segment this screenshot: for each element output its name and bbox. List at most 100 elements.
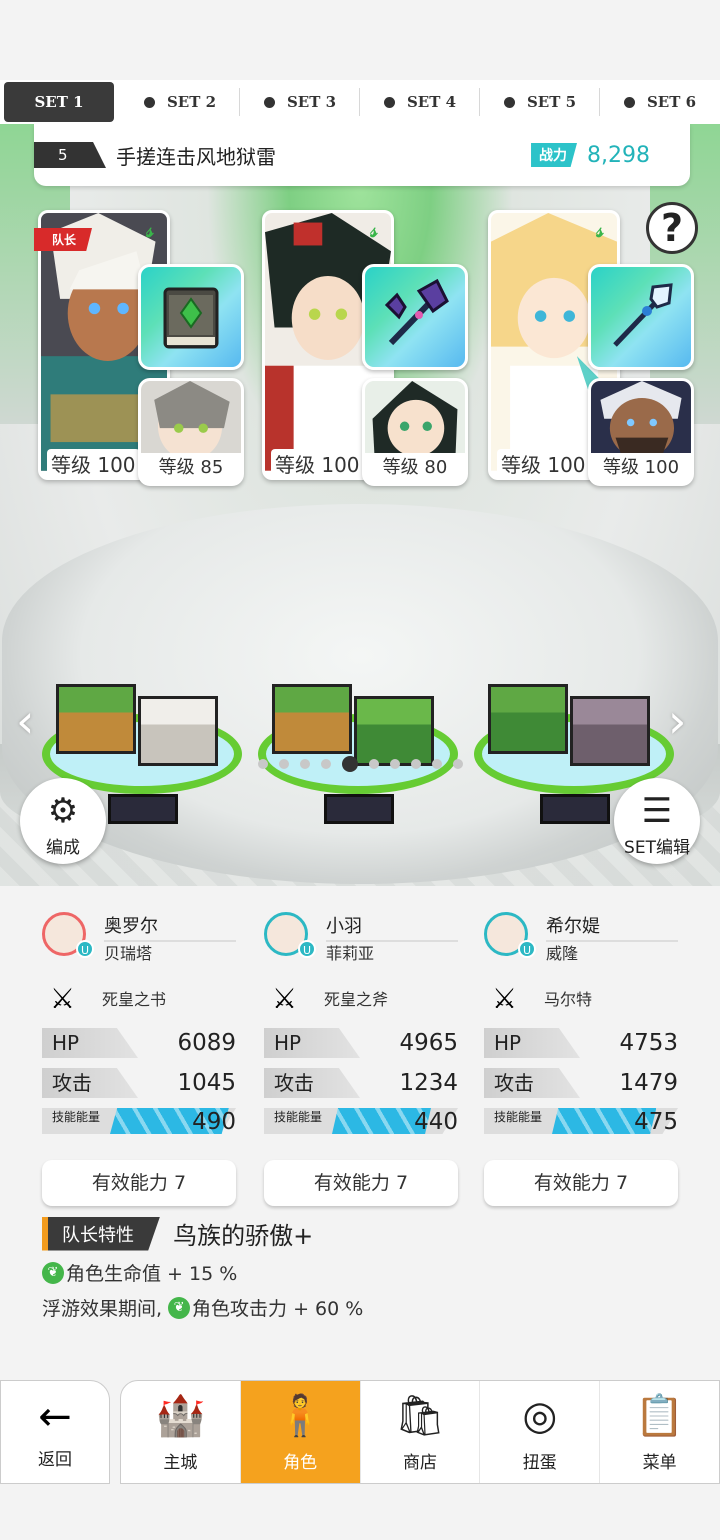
equipment-slot[interactable]: [138, 264, 244, 370]
sub-level: 等级 80: [365, 453, 465, 479]
leaf-icon: ❦: [168, 1296, 191, 1319]
energy-label: 技能能量: [52, 1110, 101, 1124]
tab-set-2[interactable]: SET 2: [120, 82, 240, 122]
unit-slot-3[interactable]: 𝓈 等级 100 等级 100: [488, 210, 700, 500]
hp-label: HP: [264, 1028, 360, 1058]
attack-value: 1479: [619, 1070, 678, 1096]
attack-label: 攻击: [42, 1068, 138, 1098]
trait-name: 鸟族的骄傲+: [173, 1222, 314, 1250]
energy-label: 技能能量: [274, 1110, 323, 1124]
nav-item-menu[interactable]: 📋 菜单: [600, 1381, 719, 1483]
character-stats-2: U 小羽 菲莉亚 ⚔ 死皇之斧 HP 4965 攻击 1234 技能能量 440…: [264, 912, 458, 1206]
unit-slot-2[interactable]: 𝓈 等级 100 等级 80: [262, 210, 474, 500]
character-stats-1: U 奥罗尔 贝瑞塔 ⚔ 死皇之书 HP 6089 攻击 1045 技能能量 49…: [42, 912, 236, 1206]
team-name: 手搓连击风地狱雷: [116, 144, 276, 169]
tab-set-6[interactable]: SET 6: [600, 82, 720, 122]
system-bar-area: [0, 1484, 720, 1540]
hp-value: 4753: [619, 1030, 678, 1056]
effective-ability-button[interactable]: 有效能力 7: [484, 1160, 678, 1206]
page-dot-active[interactable]: [341, 756, 358, 772]
leaf-icon: ❦: [42, 1261, 64, 1284]
hp-label: HP: [484, 1028, 580, 1058]
hp-stat: HP 6089: [42, 1028, 236, 1060]
character-icon: 🧍: [275, 1393, 326, 1439]
energy-label: 技能能量: [494, 1110, 543, 1124]
energy-value: 490: [192, 1109, 236, 1135]
attack-value: 1045: [177, 1070, 236, 1096]
team-bar[interactable]: 5 手搓连击风地狱雷 战力 8,298: [34, 124, 690, 186]
hp-stat: HP 4753: [484, 1028, 678, 1060]
nav-item-shop[interactable]: 🛍 商店: [361, 1381, 481, 1483]
page-dot[interactable]: [278, 759, 289, 769]
effective-ability-button[interactable]: 有效能力 7: [264, 1160, 458, 1206]
page-dot[interactable]: [257, 759, 268, 769]
dot-icon: [503, 96, 515, 108]
attack-label: 攻击: [264, 1068, 360, 1098]
page-dot[interactable]: [389, 759, 400, 769]
weapon-icon: ⚔: [272, 981, 298, 1015]
shop-icon: 🛍: [394, 1393, 446, 1439]
set-edit-label: SET编辑: [624, 838, 690, 858]
attack-stat: 攻击 1479: [484, 1068, 678, 1100]
weapon-row[interactable]: ⚔ 死皇之书: [42, 976, 236, 1020]
sub-character-card[interactable]: 等级 80: [362, 378, 468, 486]
captain-badge: 队长: [34, 228, 93, 251]
power-value: 8,298: [587, 142, 650, 168]
character-portrait: [591, 381, 691, 455]
main-level: 等级 100: [47, 449, 140, 477]
page-dot[interactable]: [410, 759, 421, 769]
gacha-icon: ◎: [522, 1393, 558, 1439]
weapon-row[interactable]: ⚔ 死皇之斧: [264, 976, 458, 1020]
tab-set-4[interactable]: SET 4: [360, 82, 480, 122]
character-name: 奥罗尔: [104, 912, 236, 942]
captain-trait: 队长特性 鸟族的骄傲+ ❦ 角色生命值 + 15 % 浮游效果期间, ❦ 角色攻…: [42, 1216, 682, 1321]
sub-character-name: 菲莉亚: [326, 944, 375, 963]
nav-item-character[interactable]: 🧍 角色: [240, 1381, 361, 1483]
main-level: 等级 100: [497, 449, 590, 477]
axe-icon: [384, 278, 449, 346]
main-level: 等级 100: [271, 449, 364, 477]
page-dot[interactable]: [320, 759, 331, 769]
formation-icon: ⚙: [47, 791, 79, 831]
formation-button[interactable]: ⚙ 编成: [20, 778, 106, 864]
weapon-icon: ⚔: [492, 981, 518, 1015]
page-dot[interactable]: [368, 759, 379, 769]
energy-value: 440: [414, 1109, 458, 1135]
nav-item-gacha[interactable]: ◎ 扭蛋: [480, 1381, 601, 1483]
sub-level: 等级 100: [591, 453, 691, 479]
page-dot[interactable]: [452, 759, 463, 769]
bottom-nav: ← 返回 🏰 主城 🧍 角色 🛍 商店 ◎ 扭蛋 📋 菜单: [0, 1380, 720, 1484]
stats-panel: U 奥罗尔 贝瑞塔 ⚔ 死皇之书 HP 6089 攻击 1045 技能能量 49…: [0, 886, 720, 1380]
page-dot[interactable]: [299, 759, 310, 769]
weapon-name: 死皇之斧: [324, 990, 389, 1009]
effective-ability-button[interactable]: 有效能力 7: [42, 1160, 236, 1206]
attack-value: 1234: [399, 1070, 458, 1096]
power-label: 战力: [531, 143, 578, 167]
page-dot[interactable]: [431, 759, 442, 769]
equipment-slot[interactable]: [588, 264, 694, 370]
spear-icon: [613, 283, 673, 347]
tab-set-3[interactable]: SET 3: [240, 82, 360, 122]
leaf-icon: 𝓈: [146, 218, 154, 242]
chevron-left-icon[interactable]: ‹: [16, 694, 34, 748]
set-edit-button[interactable]: ☰ SET编辑: [614, 778, 700, 864]
sub-character-card[interactable]: 等级 100: [588, 378, 694, 486]
equipment-slot[interactable]: [362, 264, 468, 370]
nav-item-castle[interactable]: 🏰 主城: [121, 1381, 241, 1483]
unique-badge: U: [298, 940, 316, 958]
weapon-row[interactable]: ⚔ 马尔特: [484, 976, 678, 1020]
book-icon: [163, 287, 219, 349]
back-button[interactable]: ← 返回: [0, 1380, 110, 1484]
trait-effect-2: 浮游效果期间, ❦ 角色攻击力 + 60 %: [42, 1296, 364, 1320]
tab-set-1[interactable]: SET 1: [4, 82, 114, 122]
weapon-name: 死皇之书: [102, 990, 167, 1009]
hp-value: 6089: [177, 1030, 236, 1056]
sub-character-card[interactable]: 等级 85: [138, 378, 244, 486]
skill-energy: 技能能量 440: [264, 1108, 458, 1138]
page-indicator: [0, 756, 720, 772]
tab-set-5[interactable]: SET 5: [480, 82, 600, 122]
weapon-icon: ⚔: [50, 981, 76, 1015]
trait-effect-1: ❦ 角色生命值 + 15 %: [42, 1259, 682, 1286]
unit-slot-1[interactable]: 𝓈 等级 100 队长 等级 85: [34, 210, 250, 500]
dot-icon: [263, 96, 275, 108]
